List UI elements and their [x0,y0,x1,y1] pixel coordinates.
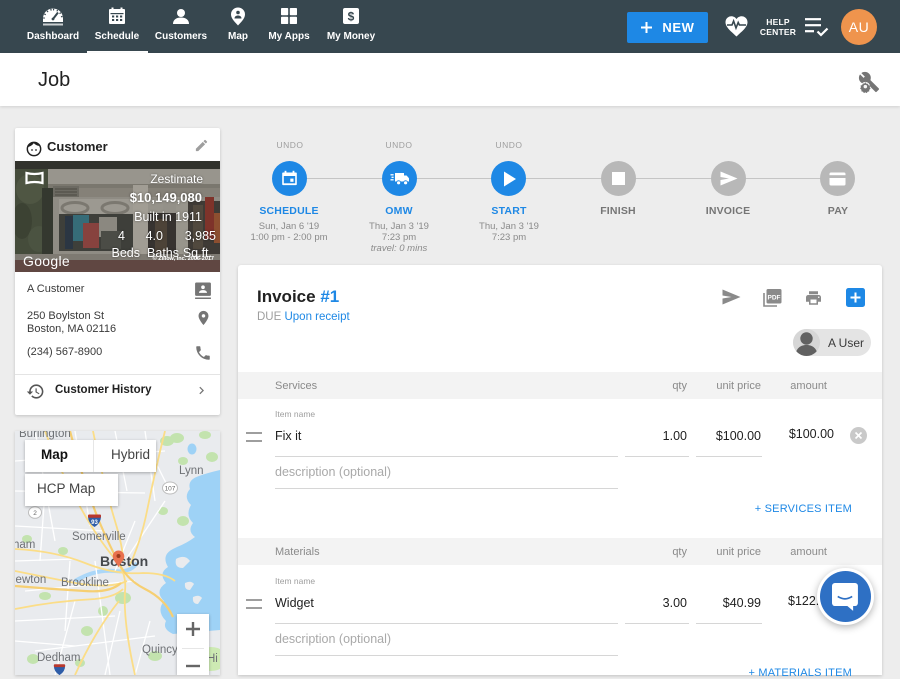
svg-text:$: $ [348,10,355,24]
svg-text:PDF: PDF [768,295,781,302]
svg-text:93: 93 [91,520,98,526]
svg-text:2: 2 [33,510,37,517]
svg-text:107: 107 [165,486,176,493]
